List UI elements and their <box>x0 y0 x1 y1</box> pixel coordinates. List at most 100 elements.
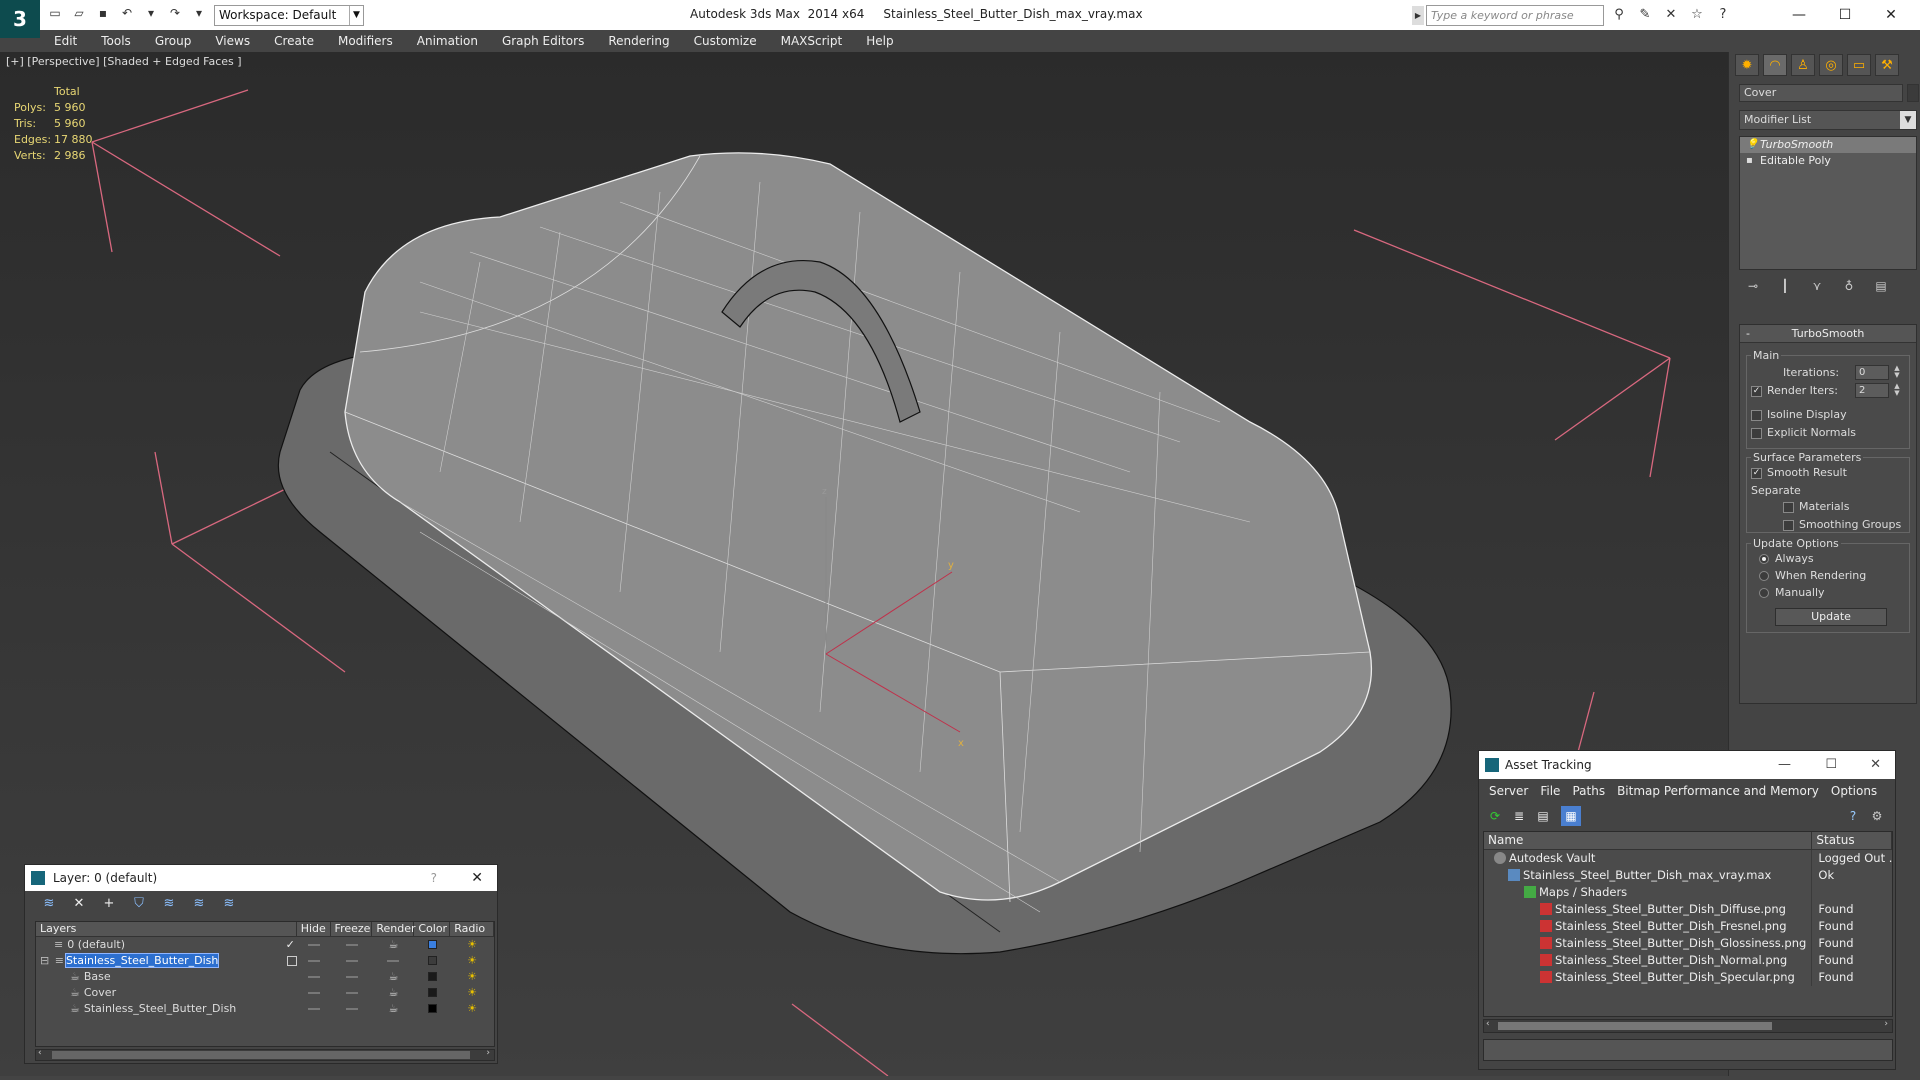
menu-file[interactable]: File <box>1534 784 1566 798</box>
menu-graph-editors[interactable]: Graph Editors <box>490 30 596 52</box>
scroll-left-icon[interactable]: ‹ <box>38 1048 42 1058</box>
stack-item-turbosmooth[interactable]: 💡 TurboSmooth <box>1740 137 1916 153</box>
make-unique-icon[interactable]: ⋎ <box>1807 276 1827 296</box>
asset-row[interactable]: Stainless_Steel_Butter_Dish_Fresnel.png … <box>1484 918 1892 935</box>
open-file-icon[interactable]: ▱ <box>70 4 88 22</box>
scroll-thumb[interactable] <box>1498 1022 1772 1030</box>
lightbulb-icon[interactable]: 💡 <box>1746 137 1758 153</box>
asset-row[interactable]: Autodesk Vault Logged Out ... <box>1484 850 1892 867</box>
render-teapot-icon[interactable]: ☕ <box>373 985 415 1001</box>
object-color-swatch[interactable] <box>1907 84 1919 102</box>
close-button[interactable]: ✕ <box>1868 0 1914 30</box>
iterations-input[interactable]: 0 <box>1855 365 1889 380</box>
remove-modifier-icon[interactable]: ♁ <box>1839 276 1859 296</box>
hide-all-layers-icon[interactable]: ≋ <box>189 894 209 914</box>
add-to-layer-icon[interactable]: + <box>99 894 119 914</box>
maximize-button[interactable]: ☐ <box>1825 751 1837 779</box>
pin-stack-icon[interactable]: ⊸ <box>1743 276 1763 296</box>
menu-create[interactable]: Create <box>262 30 326 52</box>
radiosity-icon[interactable]: ☀ <box>450 985 494 1001</box>
motion-tab-icon[interactable]: ◎ <box>1819 54 1843 76</box>
menu-bitmap-performance[interactable]: Bitmap Performance and Memory <box>1611 784 1825 798</box>
new-layer-icon[interactable]: ≋ <box>39 894 59 914</box>
select-objects-icon[interactable]: ⛉ <box>129 894 149 914</box>
layer-row[interactable]: ☕ Cover ☕ ☀ <box>36 985 494 1001</box>
search-expand-icon[interactable]: ▶ <box>1412 6 1424 25</box>
rollout-header[interactable]: - TurboSmooth <box>1740 325 1916 343</box>
workspace-dropdown[interactable]: Workspace: Default ▼ <box>214 5 364 26</box>
menu-rendering[interactable]: Rendering <box>596 30 681 52</box>
display-tab-icon[interactable]: ▭ <box>1847 54 1871 76</box>
object-name-field[interactable]: Cover <box>1739 84 1903 102</box>
collapse-icon[interactable]: ⊟ <box>40 954 49 967</box>
menu-help[interactable]: Help <box>854 30 905 52</box>
radiosity-icon[interactable]: ☀ <box>450 937 494 953</box>
radiosity-icon[interactable]: ☀ <box>450 1001 494 1017</box>
highlight-layer-icon[interactable]: ≋ <box>159 894 179 914</box>
render-iters-checkbox[interactable]: ✓ <box>1751 386 1762 397</box>
table-view-icon[interactable]: ▦ <box>1561 806 1581 826</box>
when-rendering-radio[interactable] <box>1759 571 1769 581</box>
smoothing-groups-checkbox[interactable] <box>1783 520 1794 531</box>
undo-icon[interactable]: ↶ <box>118 4 136 22</box>
scroll-right-icon[interactable]: › <box>486 1048 490 1058</box>
menu-group[interactable]: Group <box>143 30 204 52</box>
thumbnail-view-icon[interactable]: ▤ <box>1533 806 1553 826</box>
asset-row[interactable]: Stainless_Steel_Butter_Dish_max_vray.max… <box>1484 867 1892 884</box>
save-file-icon[interactable]: ▪ <box>94 4 112 22</box>
modifier-list-dropdown[interactable]: Modifier List ▼ <box>1739 110 1917 130</box>
menu-edit[interactable]: Edit <box>40 30 89 52</box>
layer-row[interactable]: ☕ Stainless_Steel_Butter_Dish ☕ ☀ <box>36 1001 494 1017</box>
scroll-thumb[interactable] <box>52 1051 470 1059</box>
set-current-box[interactable] <box>286 956 297 966</box>
isoline-display-checkbox[interactable] <box>1751 410 1762 421</box>
subscription-icon[interactable]: ✎ <box>1636 6 1654 24</box>
render-iters-spinner[interactable]: ▲ ▼ <box>1893 383 1901 398</box>
maximize-button[interactable]: ☐ <box>1822 0 1868 30</box>
materials-checkbox[interactable] <box>1783 502 1794 513</box>
render-teapot-icon[interactable]: ☕ <box>373 1001 415 1017</box>
minimize-button[interactable]: — <box>1776 0 1822 30</box>
app-logo-icon[interactable]: 3 <box>0 0 40 38</box>
radiosity-icon[interactable]: ☀ <box>450 969 494 985</box>
delete-layer-icon[interactable]: ✕ <box>69 894 89 914</box>
redo-icon[interactable]: ↷ <box>166 4 184 22</box>
iterations-spinner[interactable]: ▲ ▼ <box>1893 365 1901 380</box>
stack-item-editable-poly[interactable]: ▪ Editable Poly <box>1740 153 1916 169</box>
settings-icon[interactable]: ⚙ <box>1867 806 1887 826</box>
menu-maxscript[interactable]: MAXScript <box>769 30 855 52</box>
layer-dialog-titlebar[interactable]: Layer: 0 (default) ? ✕ <box>25 865 497 891</box>
help-icon[interactable]: ? <box>1843 806 1863 826</box>
layer-row[interactable]: ☕ Base ☕ ☀ <box>36 969 494 985</box>
modify-tab-icon[interactable]: ◠ <box>1763 54 1787 76</box>
render-iters-input[interactable]: 2 <box>1855 383 1889 398</box>
layer-row[interactable]: ⊟ ≡ Stainless_Steel_Butter_Dish ☀ <box>36 953 494 969</box>
radiosity-icon[interactable]: ☀ <box>450 953 494 969</box>
asset-dialog-titlebar[interactable]: Asset Tracking — ☐ ✕ <box>1479 751 1895 779</box>
menu-views[interactable]: Views <box>203 30 262 52</box>
help-button[interactable]: ? <box>431 865 437 891</box>
refresh-icon[interactable]: ⟳ <box>1485 806 1505 826</box>
minimize-button[interactable]: — <box>1778 751 1791 779</box>
asset-row[interactable]: Stainless_Steel_Butter_Dish_Diffuse.png … <box>1484 901 1892 918</box>
create-tab-icon[interactable]: ✹ <box>1735 54 1759 76</box>
menu-customize[interactable]: Customize <box>682 30 769 52</box>
asset-horizontal-scrollbar[interactable]: ‹ › <box>1483 1019 1893 1033</box>
close-icon[interactable]: ✕ <box>1870 751 1881 779</box>
communication-icon[interactable]: ✕ <box>1662 6 1680 24</box>
binoculars-icon[interactable]: ⚲ <box>1610 6 1628 24</box>
hierarchy-tab-icon[interactable]: ♙ <box>1791 54 1815 76</box>
always-radio[interactable] <box>1759 554 1769 564</box>
scroll-right-icon[interactable]: › <box>1884 1019 1888 1029</box>
menu-tools[interactable]: Tools <box>89 30 143 52</box>
explicit-normals-checkbox[interactable] <box>1751 428 1762 439</box>
favorites-star-icon[interactable]: ☆ <box>1688 6 1706 24</box>
render-teapot-icon[interactable]: ☕ <box>373 937 415 953</box>
update-button[interactable]: Update <box>1775 608 1887 626</box>
smooth-result-checkbox[interactable]: ✓ <box>1751 468 1762 479</box>
asset-row[interactable]: Stainless_Steel_Butter_Dish_Glossiness.p… <box>1484 935 1892 952</box>
scroll-left-icon[interactable]: ‹ <box>1486 1019 1490 1029</box>
new-file-icon[interactable]: ▭ <box>46 4 64 22</box>
viewport-label[interactable]: [+] [Perspective] [Shaded + Edged Faces … <box>6 55 242 68</box>
redo-dropdown-icon[interactable]: ▾ <box>190 4 208 22</box>
